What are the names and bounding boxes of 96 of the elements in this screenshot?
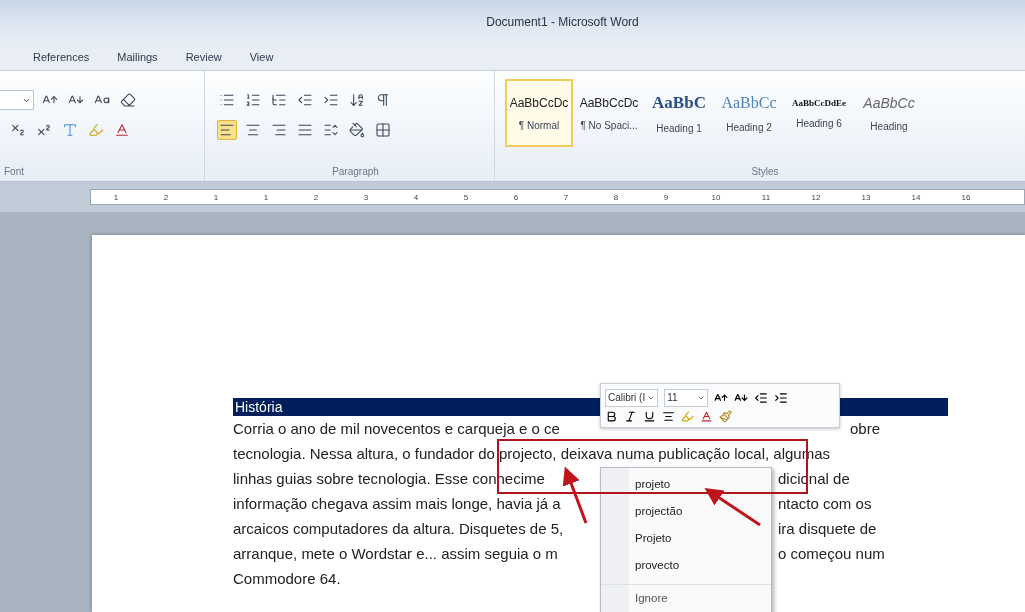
group-label: Font	[4, 166, 24, 177]
ribbon-tab[interactable]: Review	[185, 51, 222, 63]
style-preview: AaBbCcDc	[579, 95, 639, 110]
ruler-number: 6	[512, 192, 520, 202]
align-center-icon[interactable]	[662, 409, 675, 423]
paragraph-text: informação chegava assim mais longe, havia já a	[233, 495, 561, 512]
align-right-icon	[271, 122, 287, 138]
ruler-number: 10	[710, 192, 722, 202]
ruler-number: 11	[760, 192, 772, 202]
align-left-icon	[219, 122, 235, 138]
paragraph-text: arcaicos computadores da altura. Disquetes de 5,	[233, 520, 564, 537]
bullets-icon	[219, 92, 235, 108]
style-preview: AaBbCcDdEe	[792, 97, 846, 108]
paragraph-text: Commodore 64.	[233, 570, 341, 587]
shading-button[interactable]	[347, 120, 367, 140]
ruler-number: 13	[860, 192, 872, 202]
annotation-arrow	[704, 488, 761, 527]
suggestion-item[interactable]: provecto	[601, 551, 771, 578]
superscript-icon	[36, 122, 52, 138]
ruler-number: 1	[262, 192, 270, 202]
group-label: Paragraph	[332, 166, 379, 177]
numbering-icon	[245, 92, 261, 108]
italic-icon[interactable]	[624, 409, 637, 423]
style-name: ¶ No Spaci...	[580, 119, 638, 131]
format-painter-icon[interactable]	[719, 409, 732, 423]
shading-icon	[349, 122, 365, 138]
style-name: Heading 6	[796, 117, 842, 129]
paragraph-text: Corria o ano de mil novecentos e carqueja e o ce	[233, 420, 560, 437]
style-preview: AaBbCc	[721, 93, 777, 112]
ruler-number: 16	[960, 192, 972, 202]
font-dropdown[interactable]: Calibri (I	[605, 388, 659, 407]
style-item[interactable]: AaBbCcDdEe Heading 6	[785, 79, 853, 147]
text-effects-icon	[62, 122, 78, 138]
style-name: ¶ Normal	[518, 119, 560, 131]
paragraph-text: ira disquete de	[778, 520, 877, 537]
style-preview: AaBbCc	[863, 94, 915, 111]
multilevel-list-icon	[271, 92, 287, 108]
window-title: Document1 - Microsoft Word	[486, 15, 639, 29]
paragraph-text: ntacto com os	[778, 495, 872, 512]
style-name: Heading 2	[726, 121, 772, 133]
style-name: Heading	[870, 120, 908, 132]
sort-icon	[349, 92, 365, 108]
ribbon-tab[interactable]: View	[249, 51, 274, 63]
ruler-number: 8	[612, 192, 620, 202]
suggestion-item[interactable]: Projeto	[601, 524, 771, 551]
style-item[interactable]: AaBbCcDc ¶ No Spaci...	[575, 79, 643, 147]
heading-text: História	[234, 399, 283, 415]
align-left-button[interactable]	[217, 120, 237, 140]
justify-icon	[297, 122, 313, 138]
eraser-icon	[120, 92, 136, 108]
style-item[interactable]: AaBbCcDc ¶ Normal	[505, 79, 573, 147]
pilcrow-icon	[375, 92, 391, 108]
font-color-icon[interactable]	[700, 409, 713, 423]
font-color-icon	[114, 122, 130, 138]
style-item[interactable]: AaBbCc Heading	[855, 79, 923, 147]
ruler-number: 1	[112, 192, 120, 202]
style-preview: AaBbCcDc	[509, 95, 569, 110]
ruler-number: 12	[810, 192, 822, 202]
paragraph-text: arranque, mete o Wordstar e... assim seguia o m	[233, 545, 558, 562]
eraser-button[interactable]	[118, 90, 138, 110]
ruler-number: 9	[662, 192, 670, 202]
font-size-dropdown[interactable]: 11	[664, 388, 709, 407]
ribbon-tab[interactable]: Mailings	[117, 51, 158, 63]
ruler-number: 3	[362, 192, 370, 202]
style-name: Heading 1	[656, 122, 702, 134]
style-item[interactable]: AaBbC Heading 1	[645, 79, 713, 147]
menu-command[interactable]: Ignore	[601, 584, 771, 611]
suggestion-item[interactable]: projectão	[601, 497, 771, 524]
group-label: Styles	[751, 166, 779, 177]
subscript-icon	[10, 122, 26, 138]
underline-icon[interactable]	[643, 409, 656, 423]
style-preview: AaBbC	[652, 92, 706, 113]
align-center-icon	[245, 122, 261, 138]
ruler-number: 2	[162, 192, 170, 202]
decrease-indent-icon	[297, 92, 313, 108]
borders-icon	[375, 122, 391, 138]
suggestion-item[interactable]: projeto	[601, 470, 771, 497]
annotation-arrow	[562, 466, 588, 524]
ruler-number: 5	[462, 192, 470, 202]
increase-indent-icon	[323, 92, 339, 108]
ruler-number: 4	[412, 192, 420, 202]
ruler-number: 1	[212, 192, 220, 202]
ribbon-tab[interactable]: References	[33, 51, 90, 63]
ruler-number: 14	[910, 192, 922, 202]
borders-button[interactable]	[373, 120, 393, 140]
line-spacing-icon	[323, 122, 339, 138]
decrease-indent-icon[interactable]	[754, 390, 769, 405]
paragraph-text: o começou num	[778, 545, 885, 562]
ruler[interactable]: 1 2 1 1 2 3 4 5 6 7 8 9 10 11 12 13 14 16	[90, 189, 1025, 205]
highlighter-icon	[88, 122, 104, 138]
ruler-number: 7	[562, 192, 570, 202]
ruler-number: 2	[312, 192, 320, 202]
increase-indent-icon[interactable]	[774, 390, 789, 405]
style-item[interactable]: AaBbCc Heading 2	[715, 79, 783, 147]
paragraph-text: obre	[850, 420, 881, 437]
bold-icon[interactable]	[605, 409, 618, 423]
